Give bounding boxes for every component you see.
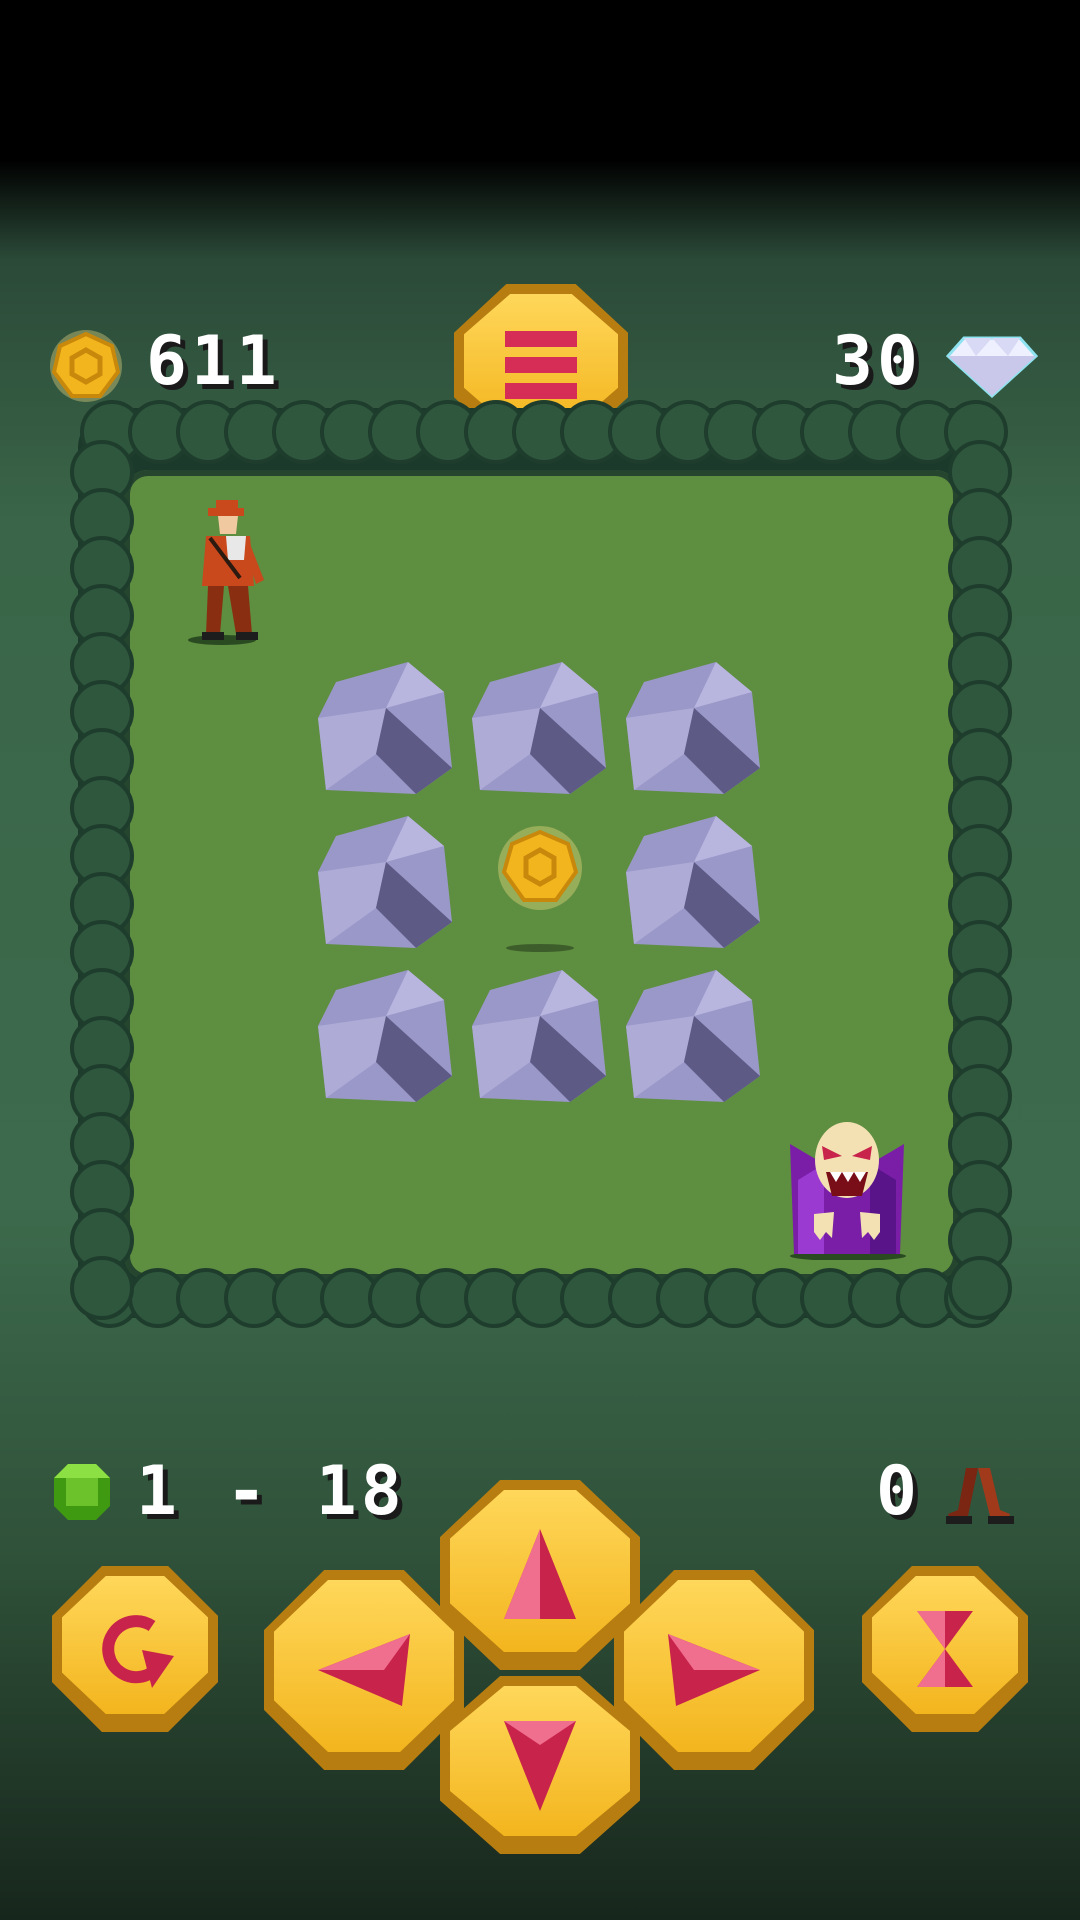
arrow-up-icon xyxy=(504,1529,576,1619)
down-button[interactable] xyxy=(440,1676,640,1854)
menu-icon xyxy=(505,331,577,399)
rock xyxy=(626,970,760,1102)
rock xyxy=(626,662,760,794)
diamond-icon xyxy=(946,336,1038,398)
level-label: 1 - 18 xyxy=(136,1452,406,1531)
explorer-character xyxy=(188,500,264,645)
rock xyxy=(472,662,606,794)
hourglass-icon xyxy=(917,1611,973,1687)
up-button[interactable] xyxy=(440,1480,640,1670)
gold-coin-icon xyxy=(50,330,122,402)
wait-button[interactable] xyxy=(862,1566,1028,1732)
footsteps-icon xyxy=(946,1468,1014,1524)
bush xyxy=(948,1256,1012,1320)
undo-icon xyxy=(102,1615,174,1688)
coin-count: 611 xyxy=(146,322,281,401)
gem-count: 30 xyxy=(832,322,922,401)
vampire-enemy xyxy=(790,1122,906,1260)
bush xyxy=(70,1256,134,1320)
left-button[interactable] xyxy=(264,1570,464,1770)
rock xyxy=(318,970,452,1102)
undo-button[interactable] xyxy=(52,1566,218,1732)
board-coin xyxy=(498,826,582,952)
rock xyxy=(472,970,606,1102)
step-count: 0 xyxy=(876,1452,921,1531)
rock xyxy=(318,816,452,948)
arrow-right-icon xyxy=(668,1634,760,1706)
arrow-down-icon xyxy=(504,1721,576,1811)
rock xyxy=(626,816,760,948)
green-gem-icon xyxy=(54,1464,110,1520)
right-button[interactable] xyxy=(614,1570,814,1770)
arrow-left-icon xyxy=(318,1634,410,1706)
rock xyxy=(318,662,452,794)
